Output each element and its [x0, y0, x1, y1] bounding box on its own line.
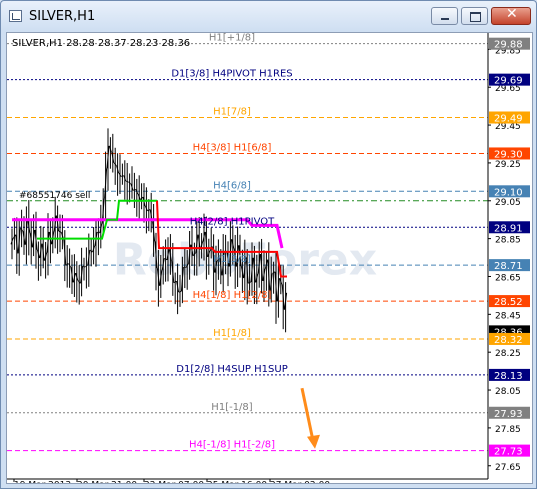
- murrey-level-label: D1[2/8] H4SUP H1SUP: [176, 364, 287, 375]
- price-tick-label: 27.65: [495, 463, 521, 473]
- murrey-level-label: H4[-1/8] H1[-2/8]: [189, 440, 275, 451]
- maximize-icon: [470, 12, 481, 22]
- price-chart-area[interactable]: RoboForex 29.85 29.65 29.45 29.25 29.05 28.85…: [6, 32, 533, 484]
- price-tick-label: 27.85: [495, 425, 521, 435]
- maximize-button[interactable]: [461, 7, 488, 25]
- time-tick-label: 27 Mar 02:00: [270, 481, 330, 483]
- level-price-tag-text: 27.93: [494, 409, 523, 420]
- level-price-tag-text: 28.52: [494, 297, 523, 308]
- level-price-tag-text: 27.73: [494, 447, 523, 458]
- price-tick-label: 29.25: [495, 160, 521, 170]
- level-price-tag-text: 28.13: [494, 371, 523, 382]
- time-tick-label: 22 Mar 07:00: [144, 481, 204, 483]
- candle-body: [178, 290, 182, 293]
- title-bar[interactable]: SILVER,H1 ✕: [1, 1, 536, 31]
- level-price-tag-text: 29.10: [494, 187, 523, 198]
- murrey-level-label: H1[-1/8]: [211, 402, 252, 413]
- murrey-level-label: D1[3/8] H4PIVOT H1RES: [171, 69, 292, 80]
- close-button[interactable]: ✕: [491, 6, 531, 25]
- candle-body: [147, 209, 151, 212]
- murrey-level-label: H4[3/8] H1[6/8]: [193, 142, 272, 153]
- level-price-tag-text: 28.71: [494, 261, 523, 272]
- candle-body: [133, 188, 136, 191]
- time-tick-label: 19 Mar 2013: [14, 481, 71, 483]
- price-tick-label: 28.65: [495, 273, 521, 283]
- level-price-tag-text: 29.49: [494, 113, 523, 124]
- murrey-level-label: H1[7/8]: [213, 106, 251, 117]
- chart-window-icon: [9, 10, 22, 22]
- level-price-tag-text: 29.69: [494, 76, 523, 87]
- forecast-arrow-shaft: [300, 387, 315, 442]
- murrey-level-label: H4[2/8] H1PIVOT: [190, 216, 275, 227]
- candle-body: [128, 181, 131, 185]
- murrey-level-label: H4[1/8] H1[2/8]: [193, 290, 272, 301]
- order-label: #68551746 sell: [19, 191, 90, 201]
- price-tick-label: 29.05: [495, 198, 521, 208]
- time-tick-label: 25 Mar 16:00: [207, 481, 267, 483]
- level-price-tag-text: 29.30: [494, 149, 523, 160]
- price-chart-svg[interactable]: RoboForex 29.8529.6529.4529.2529.0528.85…: [7, 33, 532, 483]
- price-tick-label: 28.25: [495, 349, 521, 359]
- chart-header: SILVER,H1 28.28 28.37 28.23 28.36: [12, 38, 190, 49]
- candle-body: [121, 175, 124, 177]
- murrey-level-label: H4[6/8]: [213, 180, 251, 191]
- level-price-tag-text: 28.32: [494, 335, 523, 346]
- price-tick-label: 28.05: [495, 387, 521, 397]
- close-icon: ✕: [506, 6, 518, 22]
- minimize-icon: [441, 18, 449, 20]
- level-price-tag-text: 28.91: [494, 223, 523, 234]
- price-tick-label: 28.85: [495, 236, 521, 246]
- minimize-button[interactable]: [431, 7, 458, 25]
- candle-body: [97, 231, 100, 234]
- chart-window: SILVER,H1 ✕ RoboForex 29.85 29.65 29.45 29.…: [0, 0, 537, 489]
- murrey-level-label: H1[+1/8]: [209, 33, 255, 44]
- window-title: SILVER,H1: [29, 9, 96, 24]
- level-price-tag-text: 29.88: [494, 40, 523, 51]
- price-tick-label: 28.45: [495, 311, 521, 321]
- candle-body: [82, 265, 86, 268]
- murrey-level-label: H1[3/8]: [213, 254, 251, 265]
- forecast-arrow-head: [307, 434, 320, 449]
- candle-body: [126, 180, 129, 183]
- candle-body: [85, 264, 88, 268]
- murrey-level-label: H1[1/8]: [213, 328, 251, 339]
- time-tick-label: 20 Mar 21:00: [77, 481, 137, 483]
- candle-body: [58, 230, 62, 233]
